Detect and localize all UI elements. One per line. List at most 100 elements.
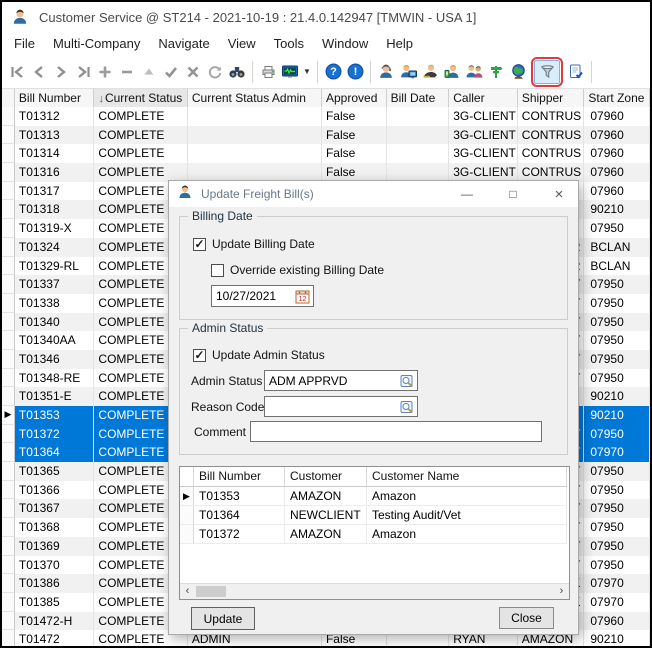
help-icon[interactable]: ? (322, 61, 344, 83)
cell: T01353 (15, 406, 95, 425)
row-selector-gutter (2, 275, 15, 294)
notes-document-icon[interactable] (565, 61, 587, 83)
reason-code-label: Reason Code (191, 400, 261, 414)
last-record-icon[interactable] (72, 61, 94, 83)
dialog-table-row[interactable]: ▶T01353AMAZONAmazon (180, 487, 569, 506)
lookup-icon[interactable] (400, 400, 415, 414)
filter-icon[interactable] (534, 60, 560, 84)
move-up-icon[interactable] (138, 61, 160, 83)
device-user-icon[interactable] (441, 61, 463, 83)
lookup-icon[interactable] (400, 374, 415, 388)
first-record-icon[interactable] (6, 61, 28, 83)
cell: T01346 (15, 350, 95, 369)
menu-item-window[interactable]: Window (313, 34, 377, 53)
menu-item-multi-company[interactable]: Multi-Company (44, 34, 149, 53)
cell (188, 107, 322, 126)
scroll-right-icon[interactable]: › (554, 584, 569, 599)
update-admin-status-checkbox[interactable]: ✓ (193, 349, 206, 362)
dialog-column-header-customer-name[interactable]: Customer Name (367, 467, 567, 487)
globe-icon[interactable] (507, 61, 529, 83)
users-group-icon[interactable] (463, 61, 485, 83)
column-header-bill-number[interactable]: Bill Number (15, 89, 95, 108)
calendar-icon[interactable]: 12 (295, 289, 311, 304)
table-row[interactable]: T01314COMPLETEFalse3G-CLIENTCONTRUS07960 (2, 144, 650, 163)
column-header-start-zone[interactable]: Start Zone (584, 89, 650, 108)
reason-code-input[interactable] (265, 400, 400, 414)
toolbar-separator (317, 61, 318, 83)
table-row[interactable]: T01313COMPLETEFalse3G-CLIENTCONTRUS07960 (2, 126, 650, 145)
billing-date-input[interactable] (212, 289, 295, 303)
menu-item-tools[interactable]: Tools (265, 34, 313, 53)
cell: COMPLETE (94, 107, 187, 126)
trip-monitor-icon[interactable] (279, 61, 301, 83)
cell: 07950 (584, 294, 650, 313)
cell: COMPLETE (94, 144, 187, 163)
column-header-approved[interactable]: Approved (322, 89, 387, 108)
update-billing-date-checkbox[interactable]: ✓ (193, 238, 206, 251)
override-billing-date-checkbox[interactable] (211, 264, 224, 277)
admin-status-group-label: Admin Status (188, 321, 267, 335)
accept-icon[interactable] (160, 61, 182, 83)
workstation-user-icon[interactable] (397, 61, 419, 83)
cell: T01372 (15, 425, 95, 444)
alert-icon[interactable]: ! (344, 61, 366, 83)
maximize-icon[interactable]: □ (494, 182, 532, 206)
cell: T01312 (15, 107, 95, 126)
find-binoculars-icon[interactable] (226, 61, 248, 83)
row-selector-gutter (2, 144, 15, 163)
refresh-icon[interactable] (204, 61, 226, 83)
column-header-caller[interactable]: Caller (449, 89, 518, 108)
row-selector-gutter (2, 518, 15, 537)
row-selector-gutter (2, 556, 15, 575)
toolbar-separator (370, 61, 371, 83)
close-icon[interactable]: × (540, 182, 578, 206)
table-row[interactable]: T01312COMPLETEFalse3G-CLIENTCONTRUS07960 (2, 107, 650, 126)
toolbar-separator (252, 61, 253, 83)
edit-user-icon[interactable] (419, 61, 441, 83)
minimize-icon[interactable]: — (448, 182, 486, 206)
menu-item-help[interactable]: Help (377, 34, 422, 53)
menu-item-view[interactable]: View (219, 34, 265, 53)
row-selector-gutter (2, 369, 15, 388)
column-header-current-status[interactable]: ↓Current Status (94, 89, 187, 108)
delete-record-icon[interactable] (116, 61, 138, 83)
signpost-icon[interactable] (485, 61, 507, 83)
print-icon[interactable] (257, 61, 279, 83)
app-window: Customer Service @ ST214 - 2021-10-19 : … (0, 0, 652, 648)
cell: 07970 (584, 593, 650, 612)
scroll-left-icon[interactable]: ‹ (180, 584, 195, 599)
dialog-table-row[interactable]: T01364NEWCLIENTTesting Audit/Vet (180, 506, 569, 525)
admin-status-input[interactable] (265, 374, 400, 388)
horizontal-scrollbar[interactable]: ‹ › (180, 583, 569, 599)
table-row[interactable]: T01316COMPLETEFalse3G-CLIENTCONTRUS07960 (2, 163, 650, 182)
cell: CONTRUS (518, 126, 585, 145)
add-record-icon[interactable] (94, 61, 116, 83)
previous-record-icon[interactable] (28, 61, 50, 83)
update-button[interactable]: Update (191, 607, 255, 630)
grid-header: Bill Number↓Current StatusCurrent Status… (2, 88, 650, 107)
monitor-dropdown-icon[interactable]: ▼ (301, 67, 313, 76)
column-header-bill-date[interactable]: Bill Date (387, 89, 450, 108)
column-header-current-status-admin[interactable]: Current Status Admin (188, 89, 322, 108)
next-record-icon[interactable] (50, 61, 72, 83)
agent-user-icon[interactable] (375, 61, 397, 83)
scrollbar-thumb[interactable] (196, 586, 226, 597)
svg-text:12: 12 (299, 296, 307, 303)
cell: 07950 (584, 537, 650, 556)
dialog-table-row[interactable]: T01372AMAZONAmazon (180, 525, 569, 544)
dialog-title-bar[interactable]: Update Freight Bill(s) — □ × (169, 181, 578, 207)
menu-item-navigate[interactable]: Navigate (149, 34, 218, 53)
dialog-column-header-customer[interactable]: Customer (285, 467, 367, 487)
comment-input[interactable] (251, 425, 541, 439)
cell: T01364 (15, 443, 95, 462)
dialog-column-header-bill-number[interactable]: Bill Number (194, 467, 285, 487)
close-button[interactable]: Close (499, 607, 554, 629)
row-selector-gutter (2, 593, 15, 612)
menu-item-file[interactable]: File (5, 34, 44, 53)
column-header-shipper[interactable]: Shipper (518, 89, 585, 108)
row-selector-gutter (2, 350, 15, 369)
cell (387, 107, 450, 126)
cancel-icon[interactable] (182, 61, 204, 83)
cell: T01353 (194, 487, 285, 506)
cell (188, 126, 322, 145)
